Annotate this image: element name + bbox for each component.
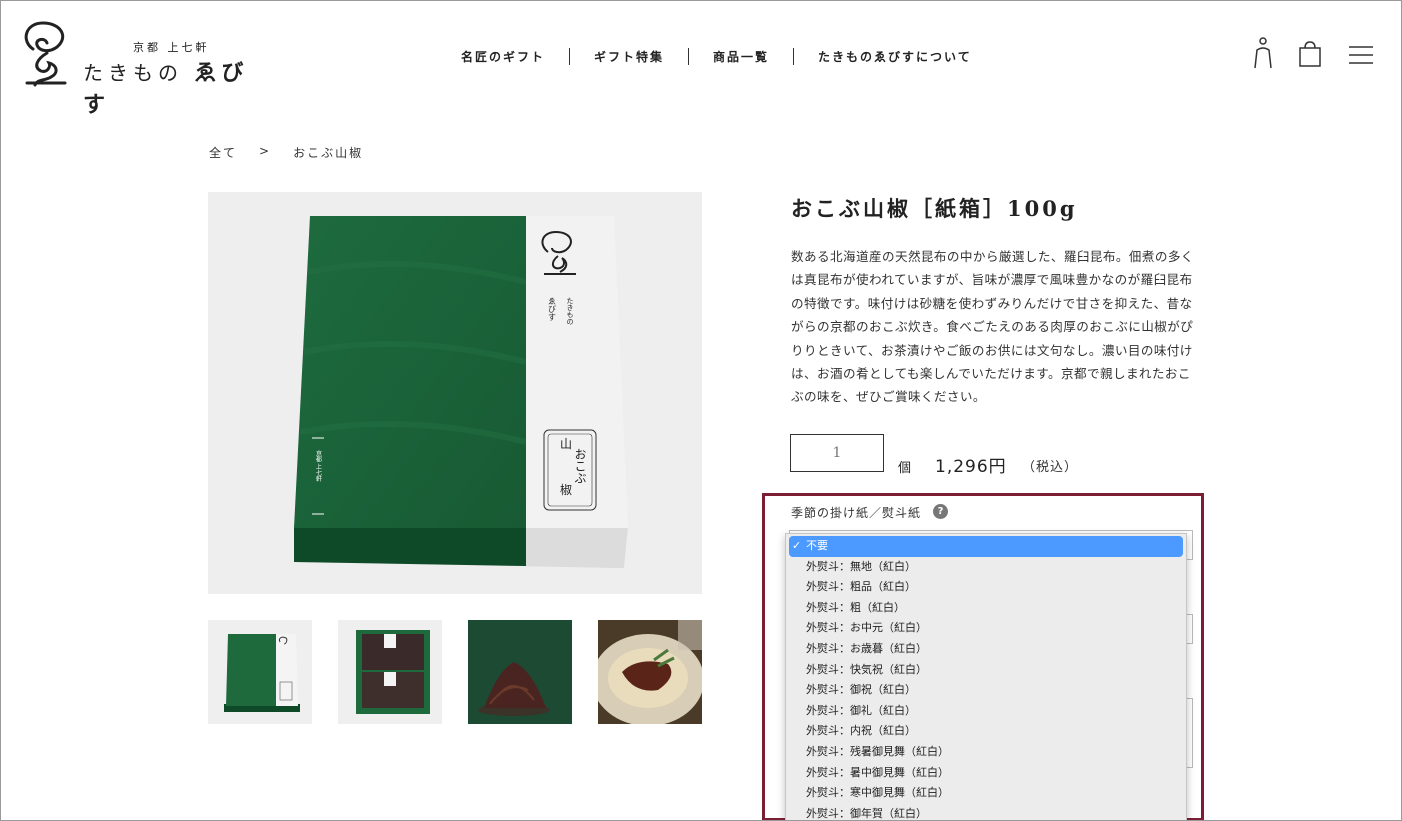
- help-icon[interactable]: ?: [933, 504, 948, 519]
- dropdown-option[interactable]: 外熨斗：暑中御見舞（紅白）: [786, 763, 1186, 784]
- box-brand-name: ゑびす: [548, 297, 557, 321]
- breadcrumb-all[interactable]: 全て: [209, 144, 237, 161]
- nav-products[interactable]: 商品一覧: [689, 48, 793, 65]
- noshi-label: 季節の掛け紙／熨斗紙: [791, 506, 922, 520]
- main-nav: 名匠のギフト ギフト特集 商品一覧 たきものゑびすについて: [437, 46, 996, 66]
- logo-name: たきもの ゑびす: [83, 60, 249, 118]
- thumbnail-2[interactable]: [338, 620, 442, 724]
- thumbnail-list: [208, 620, 702, 724]
- dropdown-option[interactable]: 外熨斗：お中元（紅白）: [786, 618, 1186, 639]
- dropdown-option[interactable]: ✓ 不要: [789, 536, 1183, 557]
- dropdown-option[interactable]: 外熨斗：無地（紅白）: [786, 557, 1186, 578]
- noshi-dropdown-list: ✓ 不要 外熨斗：無地（紅白） 外熨斗：粗品（紅白） 外熨斗：粗（紅白） 外熨斗：…: [785, 533, 1187, 820]
- product-box-illustration: たきもの ゑびす おこぶ 山 椒 京都 上七軒: [208, 192, 702, 594]
- site-logo[interactable]: 京都 上七軒 たきもの ゑびす: [21, 19, 261, 118]
- thumbnail-4[interactable]: [598, 620, 702, 724]
- tax-note: （税込）: [1022, 460, 1079, 475]
- page-frame: { "header": { "logo_sub": "京都 上七軒", "log…: [0, 0, 1402, 821]
- dropdown-option[interactable]: 外熨斗：快気祝（紅白）: [786, 660, 1186, 681]
- dropdown-option[interactable]: 外熨斗：粗（紅白）: [786, 598, 1186, 619]
- user-icon[interactable]: [1253, 37, 1273, 69]
- product-title: おこぶ山椒［紙箱］100g: [791, 196, 1078, 221]
- dropdown-option[interactable]: 外熨斗：御祝（紅白）: [786, 680, 1186, 701]
- dropdown-option[interactable]: 外熨斗：お歳暮（紅白）: [786, 639, 1186, 660]
- dropdown-option[interactable]: 外熨斗：内祝（紅白）: [786, 721, 1186, 742]
- breadcrumb-current: おこぶ山椒: [293, 146, 364, 160]
- logo-subtitle: 京都 上七軒: [133, 41, 210, 54]
- product-description: 数ある北海道産の天然昆布の中から厳選した、羅臼昆布。佃煮の多くは真昆布が使われて…: [791, 249, 1194, 405]
- dropdown-option[interactable]: 外熨斗：御礼（紅白）: [786, 701, 1186, 722]
- cart-icon[interactable]: [1299, 41, 1321, 67]
- box-item-char1: 山: [560, 437, 572, 451]
- nav-about[interactable]: たきものゑびすについて: [794, 48, 996, 65]
- dropdown-option[interactable]: 外熨斗：寒中御見舞（紅白）: [786, 783, 1186, 804]
- quantity-unit: 個: [898, 461, 912, 476]
- checkmark-icon: ✓: [792, 539, 802, 552]
- menu-icon[interactable]: [1349, 46, 1373, 64]
- box-side-text: 京都 上七軒: [315, 449, 322, 483]
- message-textarea[interactable]: [1187, 698, 1193, 768]
- dropdown-option[interactable]: 外熨斗：粗品（紅白）: [786, 577, 1186, 598]
- secondary-select[interactable]: [1187, 614, 1193, 644]
- product-price: 1,296円: [935, 457, 1007, 477]
- dropdown-option[interactable]: 外熨斗：御年賀（紅白）: [786, 804, 1186, 820]
- dropdown-option[interactable]: 外熨斗：残暑御見舞（紅白）: [786, 742, 1186, 763]
- box-brand-small: たきもの: [566, 297, 574, 325]
- breadcrumb: 全て > おこぶ山椒: [209, 144, 363, 161]
- breadcrumb-separator: >: [259, 144, 272, 158]
- thumbnail-1[interactable]: [208, 620, 312, 724]
- product-main-image[interactable]: たきもの ゑびす おこぶ 山 椒 京都 上七軒: [208, 192, 702, 594]
- nav-meisho-gift[interactable]: 名匠のギフト: [437, 48, 569, 65]
- nav-gift-feature[interactable]: ギフト特集: [570, 48, 688, 65]
- box-item-name: おこぶ: [573, 448, 587, 484]
- quantity-input[interactable]: [790, 434, 884, 472]
- thumbnail-3[interactable]: [468, 620, 572, 724]
- ebisu-logo-mark-icon: [24, 21, 67, 87]
- box-item-char2: 椒: [560, 483, 572, 497]
